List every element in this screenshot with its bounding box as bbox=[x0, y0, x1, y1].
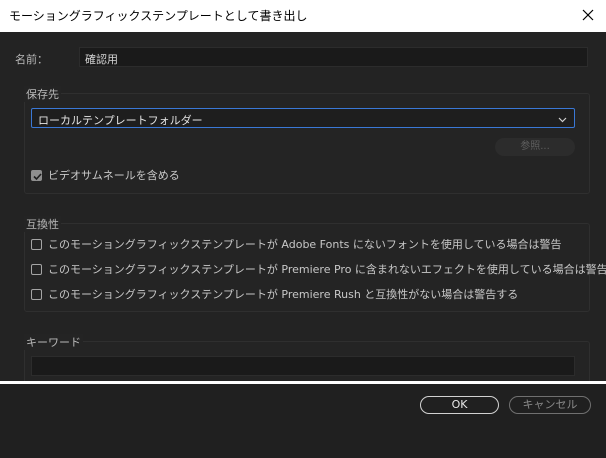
title-bar: モーショングラフィックステンプレートとして書き出し bbox=[0, 0, 606, 32]
name-input[interactable]: 確認用 bbox=[79, 47, 588, 67]
compatibility-group-title: 互換性 bbox=[24, 216, 61, 232]
browse-button[interactable]: 参照... bbox=[495, 138, 575, 156]
name-label: 名前： bbox=[15, 53, 48, 66]
compat-option-premiere-pro[interactable]: このモーショングラフィックステンプレートが Premiere Pro に含まれな… bbox=[31, 261, 606, 277]
chevron-down-icon bbox=[558, 114, 567, 123]
video-thumbnail-checkbox[interactable] bbox=[31, 169, 42, 181]
compat-option-premiere-rush[interactable]: このモーショングラフィックステンプレートが Premiere Rush と互換性… bbox=[31, 286, 518, 302]
close-icon[interactable] bbox=[580, 7, 596, 23]
window-title: モーショングラフィックステンプレートとして書き出し bbox=[9, 9, 308, 23]
destination-dropdown[interactable]: ローカルテンプレートフォルダー bbox=[31, 108, 575, 128]
compat-checkbox-premiere-rush[interactable] bbox=[31, 288, 42, 300]
compat-label-premiere-pro: このモーショングラフィックステンプレートが Premiere Pro に含まれな… bbox=[48, 263, 606, 276]
ok-button[interactable]: OK bbox=[420, 396, 499, 414]
compat-label-adobe-fonts: このモーショングラフィックステンプレートが Adobe Fonts にないフォン… bbox=[48, 238, 562, 251]
footer bbox=[0, 384, 606, 458]
keywords-input[interactable] bbox=[31, 356, 575, 376]
video-thumbnail-label: ビデオサムネールを含める bbox=[48, 169, 180, 182]
destination-dropdown-value: ローカルテンプレートフォルダー bbox=[38, 114, 203, 127]
keywords-group-title: キーワード bbox=[24, 334, 83, 350]
destination-group-title: 保存先 bbox=[24, 86, 61, 102]
compat-option-adobe-fonts[interactable]: このモーショングラフィックステンプレートが Adobe Fonts にないフォン… bbox=[31, 236, 562, 252]
compat-checkbox-premiere-pro[interactable] bbox=[31, 263, 42, 275]
dialog-body bbox=[0, 32, 606, 381]
compat-label-premiere-rush: このモーショングラフィックステンプレートが Premiere Rush と互換性… bbox=[48, 288, 519, 301]
compat-checkbox-adobe-fonts[interactable] bbox=[31, 238, 42, 250]
video-thumbnail-option[interactable]: ビデオサムネールを含める bbox=[31, 167, 180, 183]
cancel-button[interactable]: キャンセル bbox=[509, 396, 591, 414]
